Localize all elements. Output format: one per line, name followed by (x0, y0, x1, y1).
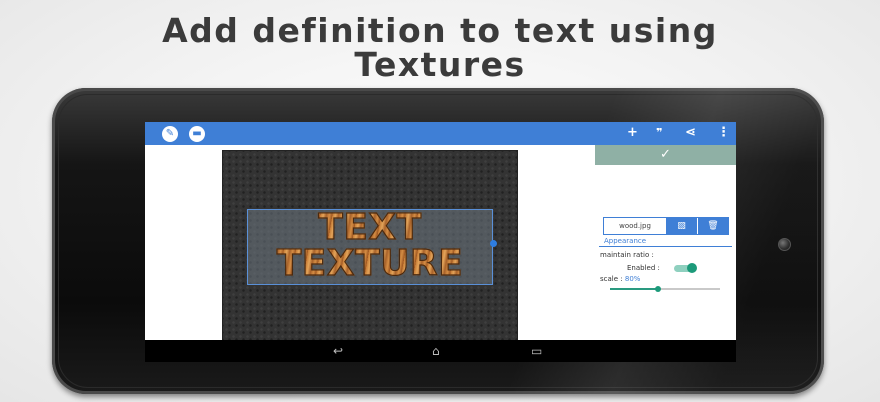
delete-texture-icon[interactable]: 🗑 (698, 218, 728, 234)
appearance-tab[interactable]: Appearance (604, 237, 646, 245)
confirm-button[interactable]: ✓ (595, 145, 736, 165)
app-screen: ✎ ▬ + ❞ ⋖ ⋮ TEXT TEXTURE ✓ wood.jpg ▧ 🗑 … (145, 122, 736, 362)
text-selection-box[interactable]: TEXT TEXTURE (247, 209, 497, 285)
textured-background-canvas[interactable]: TEXT TEXTURE (222, 150, 518, 342)
trash-icon[interactable]: ▬ (189, 126, 205, 142)
texture-settings-panel: ✓ wood.jpg ▧ 🗑 Appearance maintain ratio… (595, 145, 736, 340)
image-picker-icon[interactable]: ▧ (666, 218, 698, 234)
camera-icon (778, 238, 791, 251)
section-divider (599, 246, 732, 247)
share-icon[interactable]: ⋖ (685, 126, 696, 140)
textured-text-line-1: TEXT (248, 209, 492, 246)
enabled-label: Enabled : (627, 264, 660, 272)
scale-slider-thumb[interactable] (655, 286, 662, 292)
headline: Add definition to text using Textures (0, 14, 880, 82)
texture-selector: wood.jpg ▧ 🗑 (603, 217, 729, 235)
resize-handle[interactable] (490, 240, 497, 247)
home-icon[interactable]: ⌂ (432, 344, 440, 358)
quote-icon[interactable]: ❞ (656, 126, 662, 140)
recents-icon[interactable]: ▭ (531, 344, 542, 358)
system-nav-bar: ↩ ⌂ ▭ (145, 340, 736, 362)
scale-value: 80% (624, 275, 641, 283)
pencil-icon[interactable]: ✎ (162, 126, 178, 142)
editor-canvas-area: TEXT TEXTURE (145, 145, 595, 342)
scale-slider-fill (610, 288, 659, 290)
scale-slider[interactable] (610, 286, 720, 292)
overflow-menu-icon[interactable]: ⋮ (717, 126, 730, 140)
add-icon[interactable]: + (627, 126, 638, 140)
headline-line-1: Add definition to text using (162, 11, 718, 50)
scale-label: scale : 80% (600, 275, 640, 283)
textured-text-line-2: TEXTURE (248, 245, 492, 282)
maintain-ratio-label: maintain ratio : (600, 251, 654, 259)
enabled-toggle-knob[interactable] (687, 263, 697, 273)
scale-label-text: scale : (600, 275, 625, 283)
headline-line-2: Textures (354, 45, 526, 84)
texture-file-name[interactable]: wood.jpg (604, 218, 666, 234)
back-icon[interactable]: ↩ (333, 344, 343, 358)
app-bar: ✎ ▬ + ❞ ⋖ ⋮ (145, 122, 736, 145)
